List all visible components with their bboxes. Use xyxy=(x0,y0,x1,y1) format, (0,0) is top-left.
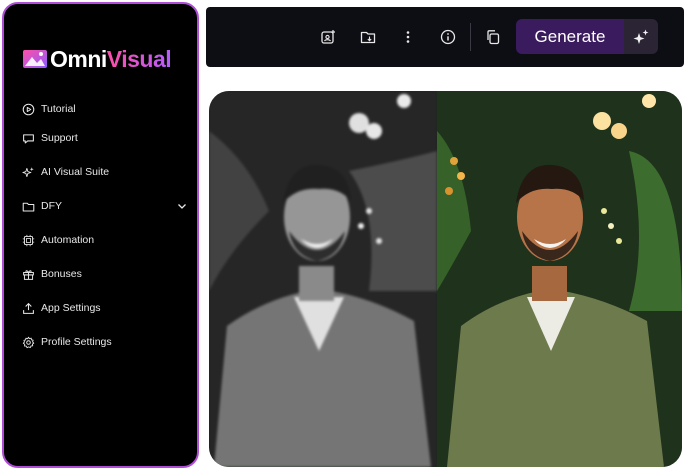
sidebar-item-automation[interactable]: Automation xyxy=(22,229,188,251)
chip-icon xyxy=(22,234,35,246)
folder-icon xyxy=(22,202,35,211)
sidebar-item-label: App Settings xyxy=(41,302,101,314)
image-plus-icon xyxy=(321,30,335,44)
before-image xyxy=(209,91,437,467)
copy-icon xyxy=(487,30,500,45)
sidebar-item-dfy[interactable]: DFY xyxy=(22,195,188,217)
sidebar-item-ai-visual-suite[interactable]: AI Visual Suite xyxy=(22,161,188,183)
sidebar-item-label: Profile Settings xyxy=(41,336,112,348)
gear-icon xyxy=(22,336,35,348)
sparkles-icon xyxy=(22,166,34,177)
more-vertical-icon xyxy=(406,31,410,43)
logo-prefix: Omni xyxy=(50,45,107,72)
info-button[interactable] xyxy=(436,25,460,49)
generate-label: Generate xyxy=(534,26,606,46)
sidebar-item-bonuses[interactable]: Bonuses xyxy=(22,263,188,285)
upload-icon xyxy=(23,302,34,314)
sidebar-item-tutorial[interactable]: Tutorial xyxy=(22,98,188,120)
app-logo[interactable]: OmniVisual xyxy=(22,44,172,74)
play-circle-icon xyxy=(22,103,35,115)
folder-download-icon xyxy=(360,31,376,44)
generate-button[interactable]: Generate xyxy=(516,19,624,54)
sidebar: OmniVisual Tutorial Support AI Visual Su… xyxy=(2,2,199,468)
sidebar-item-support[interactable]: Support xyxy=(22,127,188,149)
info-icon xyxy=(440,29,456,45)
after-image xyxy=(437,91,682,467)
chevron-down-icon[interactable] xyxy=(176,200,188,212)
gift-icon xyxy=(23,269,34,280)
sidebar-item-label: DFY xyxy=(41,200,62,212)
logo-text: OmniVisual xyxy=(50,45,172,73)
toolbar-divider xyxy=(470,23,471,51)
magic-generate-button[interactable] xyxy=(624,19,658,54)
more-options-button[interactable] xyxy=(396,25,420,49)
save-to-folder-button[interactable] xyxy=(356,25,380,49)
sidebar-item-label: Bonuses xyxy=(41,268,82,280)
sidebar-item-label: Automation xyxy=(41,234,95,246)
sparkles-icon xyxy=(633,29,649,44)
sidebar-item-label: Tutorial xyxy=(41,103,76,115)
chat-bubble-icon xyxy=(23,133,34,143)
duplicate-button[interactable] xyxy=(481,25,505,49)
image-comparison-canvas[interactable] xyxy=(209,91,682,467)
sidebar-item-app-settings[interactable]: App Settings xyxy=(22,297,188,319)
logo-mark-icon xyxy=(23,50,47,68)
sidebar-item-label: Support xyxy=(41,132,78,144)
logo-suffix: Visual xyxy=(106,45,172,72)
sidebar-item-profile-settings[interactable]: Profile Settings xyxy=(22,331,188,353)
top-toolbar: Generate xyxy=(206,7,684,67)
sidebar-item-label: AI Visual Suite xyxy=(41,166,110,178)
image-upload-button[interactable] xyxy=(316,25,340,49)
